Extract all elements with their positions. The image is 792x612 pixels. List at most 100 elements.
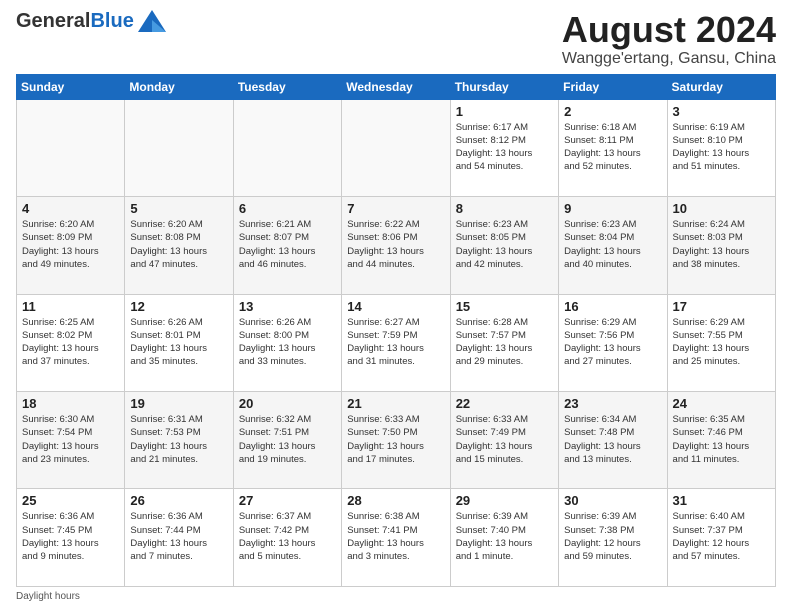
cell-day-number: 11: [22, 299, 119, 314]
main-title: August 2024: [562, 10, 776, 50]
day-header: Saturday: [667, 74, 775, 99]
calendar-cell: 15 Sunrise: 6:28 AM Sunset: 7:57 PM Dayli…: [450, 294, 558, 391]
calendar-header: SundayMondayTuesdayWednesdayThursdayFrid…: [17, 74, 776, 99]
calendar-week-row: 18 Sunrise: 6:30 AM Sunset: 7:54 PM Dayli…: [17, 392, 776, 489]
cell-info: Sunrise: 6:31 AM Sunset: 7:53 PM Dayligh…: [130, 413, 227, 466]
cell-day-number: 4: [22, 201, 119, 216]
cell-day-number: 15: [456, 299, 553, 314]
calendar-cell: 11 Sunrise: 6:25 AM Sunset: 8:02 PM Dayli…: [17, 294, 125, 391]
calendar-cell: 16Sunrise: 6:29 AM Sunset: 7:56 PM Dayli…: [559, 294, 667, 391]
calendar-week-row: 25Sunrise: 6:36 AM Sunset: 7:45 PM Dayli…: [17, 489, 776, 587]
calendar-cell: 20 Sunrise: 6:32 AM Sunset: 7:51 PM Dayli…: [233, 392, 341, 489]
cell-day-number: 31: [673, 493, 770, 508]
calendar-week-row: 4 Sunrise: 6:20 AM Sunset: 8:09 PM Daylig…: [17, 197, 776, 294]
cell-day-number: 27: [239, 493, 336, 508]
cell-info: Sunrise: 6:40 AM Sunset: 7:37 PM Dayligh…: [673, 510, 770, 563]
calendar-cell: 12 Sunrise: 6:26 AM Sunset: 8:01 PM Dayli…: [125, 294, 233, 391]
header: GeneralBlue August 2024 Wangge'ertang, G…: [16, 10, 776, 68]
calendar-cell: 30Sunrise: 6:39 AM Sunset: 7:38 PM Dayli…: [559, 489, 667, 587]
header-row: SundayMondayTuesdayWednesdayThursdayFrid…: [17, 74, 776, 99]
cell-info: Sunrise: 6:21 AM Sunset: 8:07 PM Dayligh…: [239, 218, 336, 271]
cell-info: Sunrise: 6:22 AM Sunset: 8:06 PM Dayligh…: [347, 218, 444, 271]
cell-info: Sunrise: 6:30 AM Sunset: 7:54 PM Dayligh…: [22, 413, 119, 466]
cell-info: Sunrise: 6:17 AM Sunset: 8:12 PM Dayligh…: [456, 121, 553, 174]
calendar-cell: 9Sunrise: 6:23 AM Sunset: 8:04 PM Daylig…: [559, 197, 667, 294]
day-header: Tuesday: [233, 74, 341, 99]
day-header: Wednesday: [342, 74, 450, 99]
cell-day-number: 30: [564, 493, 661, 508]
cell-info: Sunrise: 6:35 AM Sunset: 7:46 PM Dayligh…: [673, 413, 770, 466]
calendar-week-row: 1 Sunrise: 6:17 AM Sunset: 8:12 PM Daylig…: [17, 99, 776, 196]
cell-info: Sunrise: 6:28 AM Sunset: 7:57 PM Dayligh…: [456, 316, 553, 369]
subtitle: Wangge'ertang, Gansu, China: [562, 50, 776, 68]
calendar-table: SundayMondayTuesdayWednesdayThursdayFrid…: [16, 74, 776, 587]
calendar-cell: 4 Sunrise: 6:20 AM Sunset: 8:09 PM Daylig…: [17, 197, 125, 294]
calendar-cell: 6Sunrise: 6:21 AM Sunset: 8:07 PM Daylig…: [233, 197, 341, 294]
calendar-cell: 27 Sunrise: 6:37 AM Sunset: 7:42 PM Dayli…: [233, 489, 341, 587]
calendar-week-row: 11 Sunrise: 6:25 AM Sunset: 8:02 PM Dayli…: [17, 294, 776, 391]
cell-day-number: 19: [130, 396, 227, 411]
calendar-cell: [233, 99, 341, 196]
cell-day-number: 28: [347, 493, 444, 508]
cell-day-number: 10: [673, 201, 770, 216]
calendar-cell: 26 Sunrise: 6:36 AM Sunset: 7:44 PM Dayli…: [125, 489, 233, 587]
calendar-cell: 14Sunrise: 6:27 AM Sunset: 7:59 PM Dayli…: [342, 294, 450, 391]
calendar-cell: [17, 99, 125, 196]
logo-text: GeneralBlue: [16, 11, 134, 31]
cell-day-number: 2: [564, 104, 661, 119]
calendar-body: 1 Sunrise: 6:17 AM Sunset: 8:12 PM Daylig…: [17, 99, 776, 586]
cell-info: Sunrise: 6:26 AM Sunset: 8:00 PM Dayligh…: [239, 316, 336, 369]
calendar-cell: 21 Sunrise: 6:33 AM Sunset: 7:50 PM Dayli…: [342, 392, 450, 489]
cell-info: Sunrise: 6:32 AM Sunset: 7:51 PM Dayligh…: [239, 413, 336, 466]
cell-info: Sunrise: 6:36 AM Sunset: 7:45 PM Dayligh…: [22, 510, 119, 563]
calendar-cell: 25Sunrise: 6:36 AM Sunset: 7:45 PM Dayli…: [17, 489, 125, 587]
cell-day-number: 21: [347, 396, 444, 411]
calendar-cell: 18 Sunrise: 6:30 AM Sunset: 7:54 PM Dayli…: [17, 392, 125, 489]
calendar-cell: 23Sunrise: 6:34 AM Sunset: 7:48 PM Dayli…: [559, 392, 667, 489]
calendar-cell: 29 Sunrise: 6:39 AM Sunset: 7:40 PM Dayli…: [450, 489, 558, 587]
logo: GeneralBlue: [16, 10, 166, 32]
cell-day-number: 13: [239, 299, 336, 314]
cell-day-number: 18: [22, 396, 119, 411]
day-header: Friday: [559, 74, 667, 99]
cell-info: Sunrise: 6:24 AM Sunset: 8:03 PM Dayligh…: [673, 218, 770, 271]
cell-day-number: 17: [673, 299, 770, 314]
cell-day-number: 14: [347, 299, 444, 314]
calendar-cell: [125, 99, 233, 196]
cell-info: Sunrise: 6:26 AM Sunset: 8:01 PM Dayligh…: [130, 316, 227, 369]
calendar-cell: 3Sunrise: 6:19 AM Sunset: 8:10 PM Daylig…: [667, 99, 775, 196]
cell-info: Sunrise: 6:37 AM Sunset: 7:42 PM Dayligh…: [239, 510, 336, 563]
calendar-cell: 17Sunrise: 6:29 AM Sunset: 7:55 PM Dayli…: [667, 294, 775, 391]
cell-day-number: 16: [564, 299, 661, 314]
cell-day-number: 22: [456, 396, 553, 411]
cell-info: Sunrise: 6:23 AM Sunset: 8:04 PM Dayligh…: [564, 218, 661, 271]
cell-info: Sunrise: 6:20 AM Sunset: 8:09 PM Dayligh…: [22, 218, 119, 271]
cell-info: Sunrise: 6:20 AM Sunset: 8:08 PM Dayligh…: [130, 218, 227, 271]
cell-info: Sunrise: 6:23 AM Sunset: 8:05 PM Dayligh…: [456, 218, 553, 271]
calendar-cell: 8Sunrise: 6:23 AM Sunset: 8:05 PM Daylig…: [450, 197, 558, 294]
calendar-cell: 28 Sunrise: 6:38 AM Sunset: 7:41 PM Dayli…: [342, 489, 450, 587]
calendar-cell: [342, 99, 450, 196]
calendar-cell: 1 Sunrise: 6:17 AM Sunset: 8:12 PM Daylig…: [450, 99, 558, 196]
title-block: August 2024 Wangge'ertang, Gansu, China: [562, 10, 776, 68]
calendar-cell: 22 Sunrise: 6:33 AM Sunset: 7:49 PM Dayli…: [450, 392, 558, 489]
cell-day-number: 23: [564, 396, 661, 411]
calendar-cell: 24Sunrise: 6:35 AM Sunset: 7:46 PM Dayli…: [667, 392, 775, 489]
logo-icon: [138, 10, 166, 32]
cell-info: Sunrise: 6:38 AM Sunset: 7:41 PM Dayligh…: [347, 510, 444, 563]
cell-day-number: 5: [130, 201, 227, 216]
cell-info: Sunrise: 6:33 AM Sunset: 7:50 PM Dayligh…: [347, 413, 444, 466]
cell-info: Sunrise: 6:25 AM Sunset: 8:02 PM Dayligh…: [22, 316, 119, 369]
calendar-cell: 10 Sunrise: 6:24 AM Sunset: 8:03 PM Dayli…: [667, 197, 775, 294]
cell-day-number: 1: [456, 104, 553, 119]
cell-info: Sunrise: 6:39 AM Sunset: 7:40 PM Dayligh…: [456, 510, 553, 563]
cell-day-number: 29: [456, 493, 553, 508]
calendar-cell: 19 Sunrise: 6:31 AM Sunset: 7:53 PM Dayli…: [125, 392, 233, 489]
cell-day-number: 26: [130, 493, 227, 508]
cell-day-number: 20: [239, 396, 336, 411]
cell-day-number: 12: [130, 299, 227, 314]
cell-day-number: 3: [673, 104, 770, 119]
cell-info: Sunrise: 6:33 AM Sunset: 7:49 PM Dayligh…: [456, 413, 553, 466]
cell-info: Sunrise: 6:36 AM Sunset: 7:44 PM Dayligh…: [130, 510, 227, 563]
calendar-cell: 2Sunrise: 6:18 AM Sunset: 8:11 PM Daylig…: [559, 99, 667, 196]
